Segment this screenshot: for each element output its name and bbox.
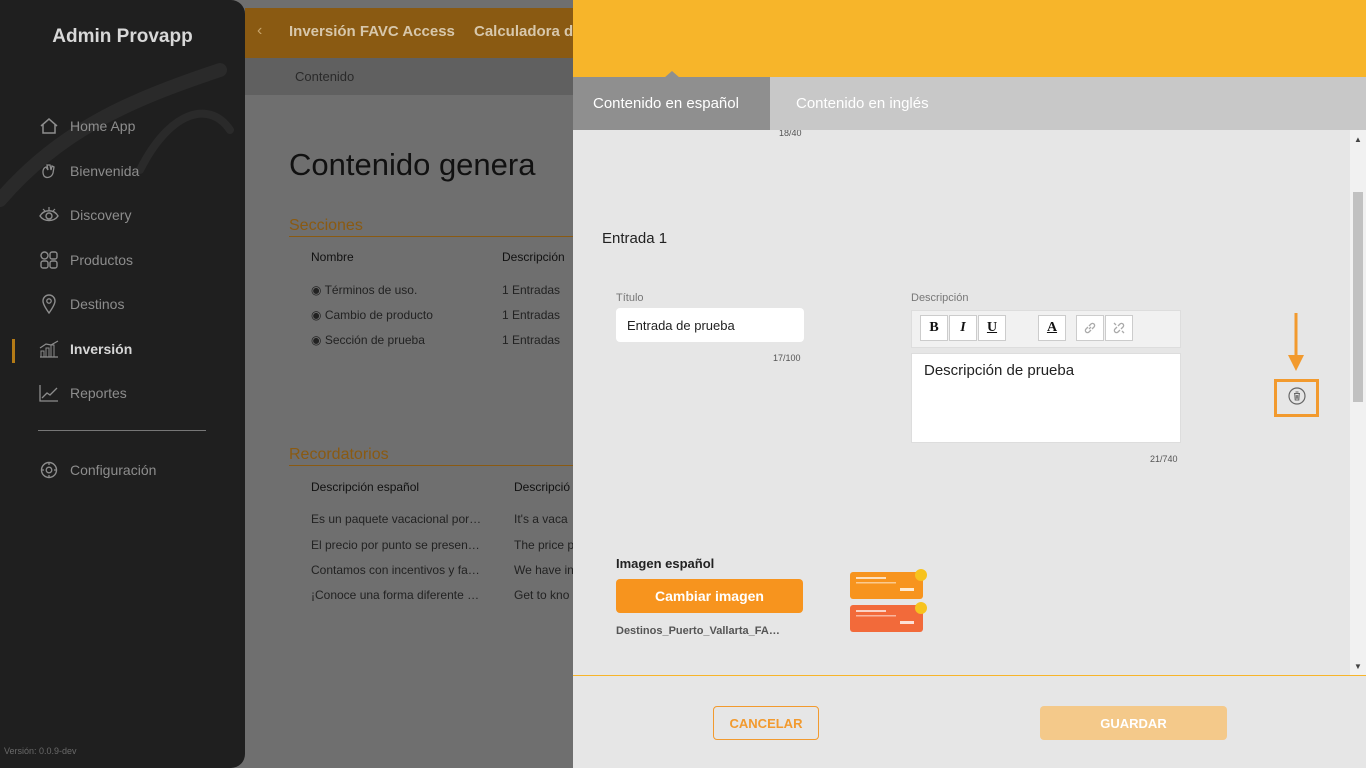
breadcrumb: Contenido: [295, 69, 355, 84]
title-char-counter: 17/100: [773, 353, 801, 363]
save-button[interactable]: GUARDAR: [1040, 706, 1227, 740]
page-title: Contenido genera: [289, 147, 536, 182]
grid-icon: [38, 249, 60, 271]
list-item: It's a vaca: [514, 512, 568, 526]
sidebar-divider: [38, 430, 206, 431]
entry-title: Entrada 1: [602, 230, 668, 247]
breadcrumb-bar: Contenido: [245, 58, 585, 95]
link-icon[interactable]: [1076, 315, 1104, 341]
content-edit-drawer: Contenido en español Contenido en inglés…: [573, 0, 1366, 768]
title-input[interactable]: Entrada de prueba: [616, 308, 804, 342]
wave-hand-icon: [38, 160, 60, 182]
sidebar-item-inversion[interactable]: Inversión: [38, 337, 132, 361]
bar-chart-icon: [38, 338, 60, 360]
version-text: Versión: 0.0.9-dev: [4, 746, 77, 756]
sidebar-item-destinos[interactable]: Destinos: [38, 292, 124, 316]
list-item[interactable]: Contamos con incentivos y fa…: [311, 563, 480, 577]
active-nav-indicator: [12, 339, 15, 363]
drawer-footer: CANCELAR GUARDAR: [573, 675, 1366, 768]
back-chevron-icon[interactable]: ‹: [257, 22, 262, 40]
background-header: ‹ Inversión FAVC Access Calculadora d: [245, 8, 585, 58]
background-content: Contenido genera Secciones Nombre Descri…: [245, 95, 585, 768]
pointer-arrow-annotation: [1288, 313, 1304, 371]
table-cell: 1 Entradas: [502, 333, 561, 347]
map-pin-icon: [38, 293, 60, 315]
sections-heading: Secciones: [289, 217, 363, 234]
reminders-col-es: Descripción español: [311, 480, 420, 494]
header-title: Inversión FAVC Access: [289, 23, 455, 40]
home-icon: [38, 115, 60, 137]
delete-entry-button[interactable]: [1274, 379, 1319, 417]
char-counter: 18/40: [779, 130, 802, 138]
drawer-scrollbar[interactable]: ▲ ▼: [1350, 130, 1366, 675]
list-item[interactable]: Es un paquete vacacional por…: [311, 512, 481, 526]
description-char-counter: 21/740: [1150, 454, 1178, 464]
scroll-up-icon[interactable]: ▲: [1354, 135, 1362, 144]
list-item[interactable]: El precio por punto se presen…: [311, 538, 480, 552]
sidebar-item-configuracion[interactable]: Configuración: [38, 458, 156, 482]
reminders-heading: Recordatorios: [289, 446, 389, 463]
sidebar-item-bienvenida[interactable]: Bienvenida: [38, 159, 139, 183]
brand-title: Admin Provapp: [52, 26, 193, 47]
sidebar-item-label: Home App: [70, 118, 136, 134]
sidebar-item-label: Discovery: [70, 207, 132, 223]
unlink-icon[interactable]: [1105, 315, 1133, 341]
sidebar-item-label: Productos: [70, 252, 134, 268]
eye-icon: [38, 204, 60, 226]
list-item: We have in: [514, 563, 574, 577]
tab-contenido-ingles[interactable]: Contenido en inglés: [776, 77, 949, 130]
tab-contenido-espanol[interactable]: Contenido en español: [573, 77, 770, 130]
table-cell: 1 Entradas: [502, 308, 561, 322]
reminders-underline: [289, 465, 585, 466]
rich-text-toolbar: B I U A: [911, 310, 1181, 348]
title-label: Título: [616, 292, 644, 304]
sidebar-item-reportes[interactable]: Reportes: [38, 381, 127, 405]
drawer-header: [573, 0, 1366, 77]
sidebar-item-label: Destinos: [70, 296, 125, 312]
bold-button[interactable]: B: [920, 315, 948, 341]
sections-underline: [289, 236, 585, 237]
gear-icon: [38, 459, 60, 481]
image-label: Imagen español: [616, 556, 715, 571]
image-thumbnail: [850, 569, 927, 632]
sidebar-item-label: Bienvenida: [70, 163, 140, 179]
sidebar-item-label: Inversión: [70, 341, 133, 357]
italic-button[interactable]: I: [949, 315, 977, 341]
image-filename: Destinos_Puerto_Vallarta_FA…: [616, 625, 780, 637]
list-item[interactable]: ¡Conoce una forma diferente …: [311, 588, 479, 602]
sidebar: Admin Provapp Home App Bienvenida Discov…: [0, 0, 245, 768]
list-item: The price p: [514, 538, 575, 552]
table-row[interactable]: ◉ Sección de prueba: [311, 333, 425, 347]
description-label: Descripción: [911, 292, 969, 304]
table-row[interactable]: ◉ Términos de uso.: [311, 283, 417, 297]
underline-button[interactable]: U: [978, 315, 1006, 341]
sections-col-name: Nombre: [311, 250, 354, 264]
scroll-down-icon[interactable]: ▼: [1354, 662, 1362, 671]
trash-icon: [1287, 386, 1306, 410]
scrollbar-thumb[interactable]: [1353, 192, 1363, 402]
sidebar-item-productos[interactable]: Productos: [38, 248, 133, 272]
sidebar-item-label: Reportes: [70, 385, 127, 401]
sidebar-item-home-app[interactable]: Home App: [38, 114, 135, 138]
list-item: Get to kno: [514, 588, 570, 602]
table-cell: 1 Entradas: [502, 283, 561, 297]
cancel-button[interactable]: CANCELAR: [713, 706, 819, 740]
sidebar-item-discovery[interactable]: Discovery: [38, 203, 131, 227]
description-editor[interactable]: Descripción de prueba: [911, 353, 1181, 443]
sections-col-desc: Descripción: [502, 250, 565, 264]
line-chart-icon: [38, 382, 60, 404]
text-color-button[interactable]: A: [1038, 315, 1066, 341]
sidebar-item-label: Configuración: [70, 462, 157, 478]
language-tabs: Contenido en español Contenido en inglés: [573, 77, 1366, 130]
reminders-col-en: Descripció: [514, 480, 571, 494]
header-tab-calculadora[interactable]: Calculadora d: [474, 23, 573, 40]
table-row[interactable]: ◉ Cambio de producto: [311, 308, 433, 322]
drawer-scroll-area: 18/40 Entrada 1 Título Entrada de prueba…: [573, 130, 1350, 675]
change-image-button[interactable]: Cambiar imagen: [616, 579, 803, 613]
